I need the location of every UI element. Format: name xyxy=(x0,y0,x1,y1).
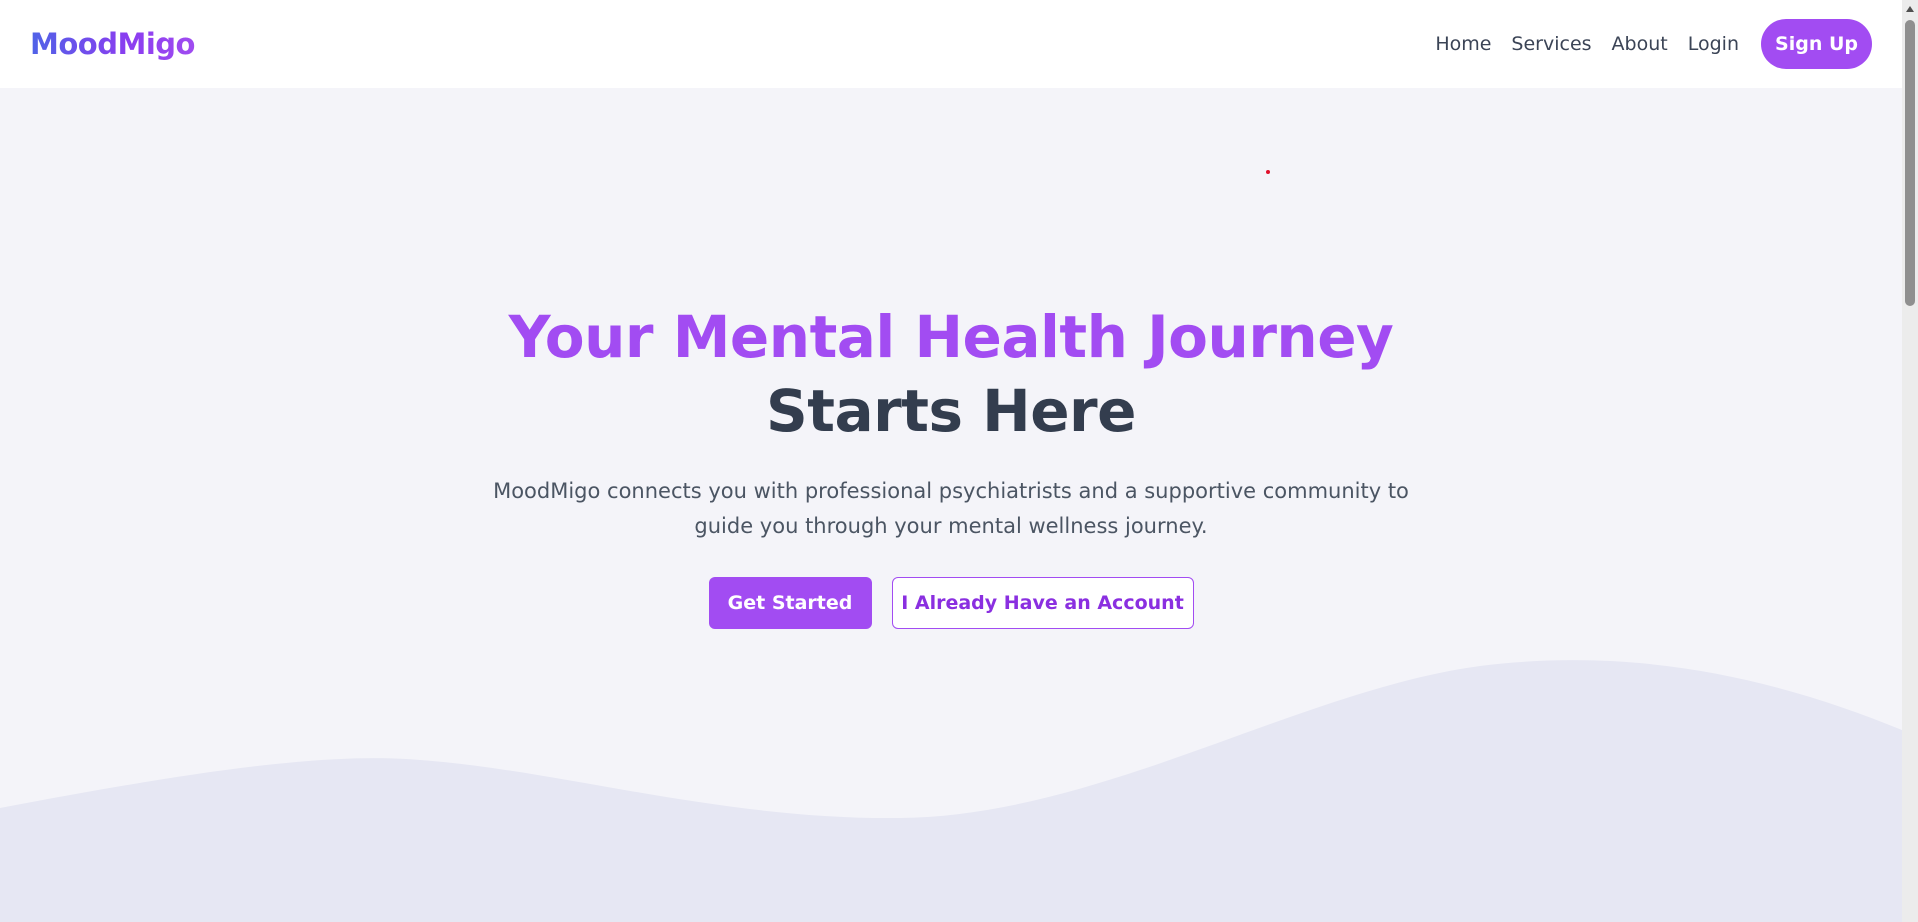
scrollbar-thumb[interactable] xyxy=(1905,20,1915,306)
decorative-dot xyxy=(1266,170,1270,174)
nav-login-link[interactable]: Login xyxy=(1688,33,1739,55)
existing-account-button[interactable]: I Already Have an Account xyxy=(891,577,1194,629)
top-navbar: MoodMigo Home Services About Login Sign … xyxy=(0,0,1902,88)
brand-logo[interactable]: MoodMigo xyxy=(30,27,195,61)
vertical-scrollbar[interactable] xyxy=(1902,0,1918,922)
background-wave xyxy=(0,660,1902,922)
signup-button[interactable]: Sign Up xyxy=(1761,19,1872,69)
hero-actions: Get Started I Already Have an Account xyxy=(0,577,1902,629)
nav-services-link[interactable]: Services xyxy=(1511,33,1591,55)
scroll-up-arrow-icon[interactable] xyxy=(1902,0,1918,18)
hero-title-line-1: Your Mental Health Journey xyxy=(508,303,1394,371)
hero-title-line-2: Starts Here xyxy=(766,377,1137,445)
main-nav: Home Services About Login Sign Up xyxy=(1415,19,1872,69)
hero-section: Your Mental Health Journey Starts Here M… xyxy=(0,300,1902,629)
nav-about-link[interactable]: About xyxy=(1612,33,1668,55)
nav-home-link[interactable]: Home xyxy=(1435,33,1491,55)
page: MoodMigo Home Services About Login Sign … xyxy=(0,0,1902,922)
hero-description: MoodMigo connects you with professional … xyxy=(493,479,1409,538)
get-started-button[interactable]: Get Started xyxy=(708,577,872,629)
hero-title: Your Mental Health Journey Starts Here xyxy=(0,300,1902,448)
